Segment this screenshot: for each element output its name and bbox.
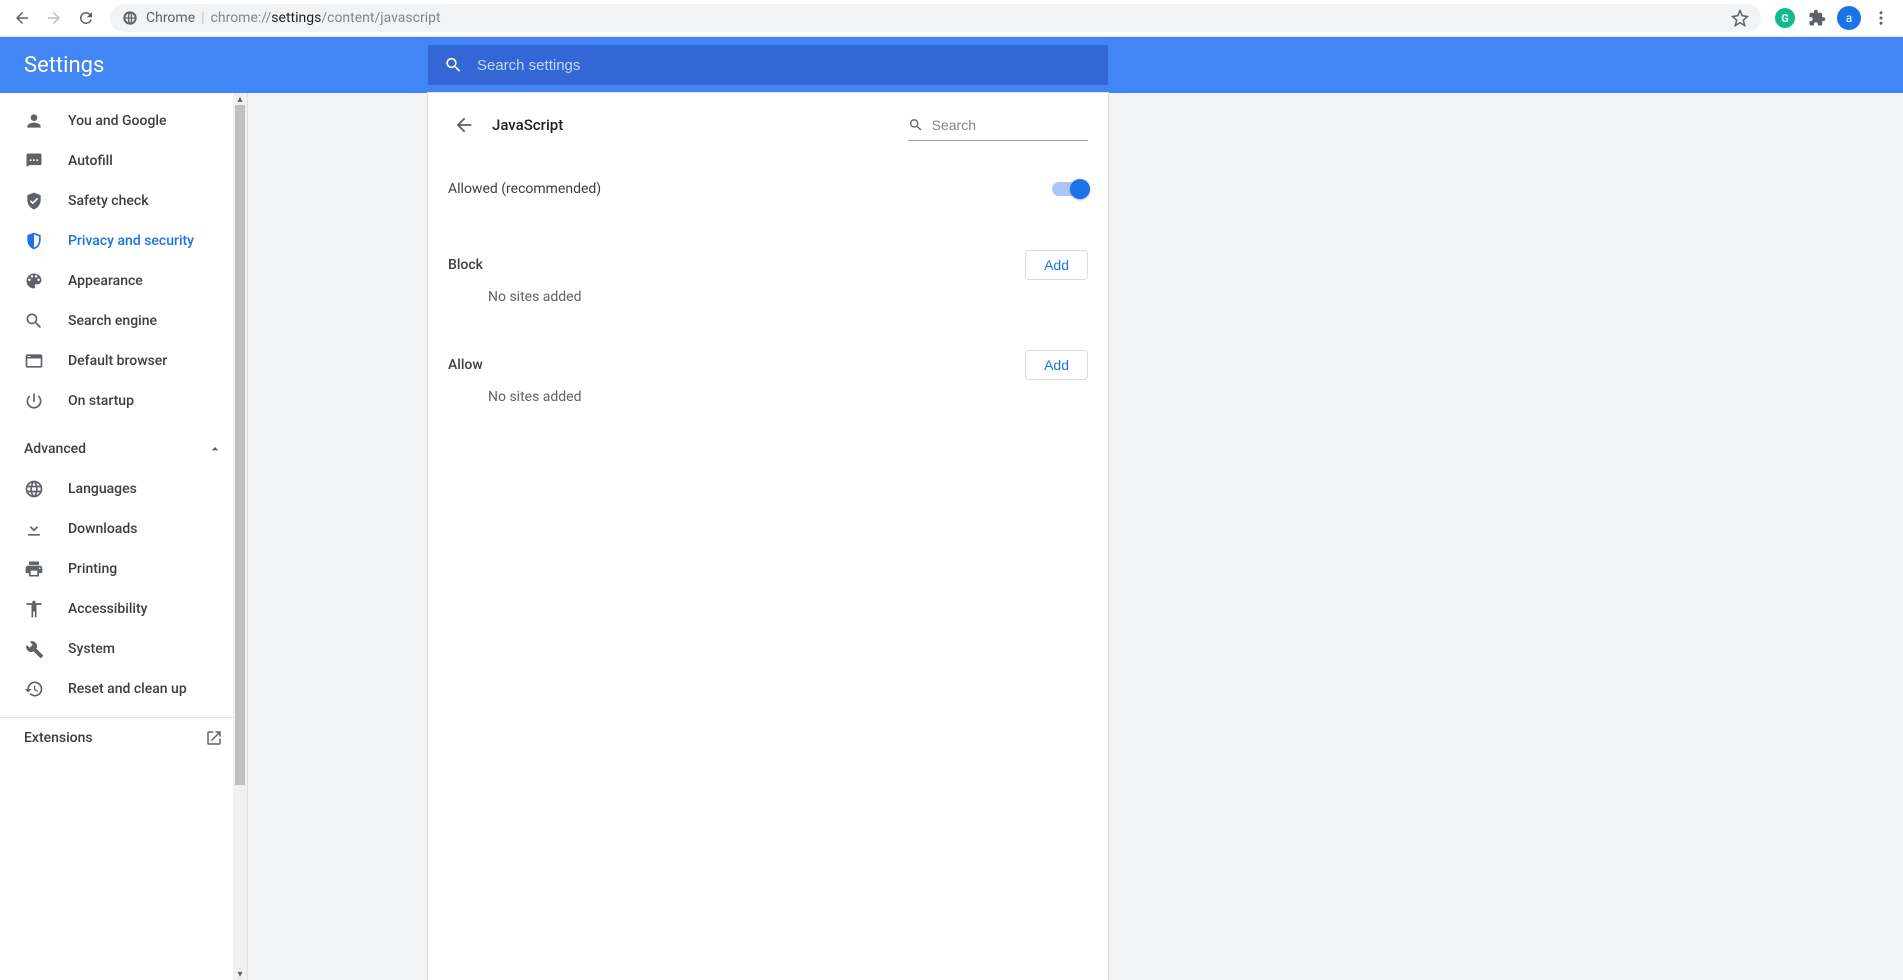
panel-search[interactable] bbox=[908, 109, 1088, 141]
sidebar-item-accessibility[interactable]: Accessibility bbox=[0, 589, 247, 629]
globe-icon bbox=[24, 479, 44, 499]
sidebar-item-label: Appearance bbox=[68, 273, 143, 289]
bookmark-button[interactable] bbox=[1731, 9, 1749, 27]
sidebar-item-label: Default browser bbox=[68, 353, 167, 369]
restore-icon bbox=[24, 679, 44, 699]
sidebar-item-extensions[interactable]: Extensions bbox=[0, 718, 247, 758]
sidebar-item-label: System bbox=[68, 641, 115, 657]
panel-title: JavaScript bbox=[492, 116, 563, 134]
url-scheme: chrome:// bbox=[211, 10, 272, 26]
block-label: Block bbox=[448, 257, 483, 273]
print-icon bbox=[24, 559, 44, 579]
sidebar: You and Google Autofill Safety check Pri… bbox=[0, 93, 248, 980]
sidebar-item-search-engine[interactable]: Search engine bbox=[0, 301, 247, 341]
person-icon bbox=[24, 111, 44, 131]
sidebar-item-label: On startup bbox=[68, 393, 134, 409]
url-path: /content/javascript bbox=[321, 10, 440, 26]
site-info-icon[interactable] bbox=[122, 10, 138, 26]
star-icon bbox=[1731, 9, 1749, 27]
allow-label: Allow bbox=[448, 357, 483, 373]
search-icon bbox=[444, 55, 463, 75]
header-search-input[interactable] bbox=[477, 57, 1092, 74]
scroll-up-icon[interactable]: ▴ bbox=[233, 93, 247, 105]
sidebar-item-label: Privacy and security bbox=[68, 233, 194, 249]
allow-section-header: Allow Add bbox=[428, 341, 1108, 389]
allowed-row: Allowed (recommended) bbox=[428, 157, 1108, 221]
reload-icon bbox=[77, 9, 95, 27]
header-search[interactable] bbox=[428, 45, 1108, 85]
sidebar-advanced-toggle[interactable]: Advanced bbox=[0, 429, 247, 469]
sidebar-item-privacy-and-security[interactable]: Privacy and security bbox=[0, 221, 247, 261]
sidebar-item-languages[interactable]: Languages bbox=[0, 469, 247, 509]
search-icon bbox=[24, 311, 44, 331]
dots-vertical-icon bbox=[1872, 9, 1890, 27]
sidebar-item-label: You and Google bbox=[68, 113, 166, 129]
sidebar-item-label: Downloads bbox=[68, 521, 137, 537]
search-icon bbox=[908, 116, 924, 134]
profile-avatar[interactable]: a bbox=[1837, 6, 1861, 30]
allowed-label: Allowed (recommended) bbox=[448, 181, 601, 197]
power-icon bbox=[24, 391, 44, 411]
sidebar-item-label: Reset and clean up bbox=[68, 681, 187, 697]
toggle-knob bbox=[1070, 179, 1090, 199]
sidebar-item-autofill[interactable]: Autofill bbox=[0, 141, 247, 181]
arrow-left-icon bbox=[13, 9, 31, 27]
extensions-button[interactable] bbox=[1803, 4, 1831, 32]
autofill-icon bbox=[24, 151, 44, 171]
settings-title: Settings bbox=[0, 53, 428, 78]
scroll-down-icon[interactable]: ▾ bbox=[233, 968, 247, 980]
sidebar-item-default-browser[interactable]: Default browser bbox=[0, 341, 247, 381]
sidebar-item-label: Accessibility bbox=[68, 601, 147, 617]
main-outer: JavaScript Allowed (recommended) Block A… bbox=[248, 93, 1903, 980]
panel-back-button[interactable] bbox=[448, 109, 480, 141]
reload-button[interactable] bbox=[70, 2, 102, 34]
block-empty-message: No sites added bbox=[428, 289, 1108, 329]
palette-icon bbox=[24, 271, 44, 291]
sidebar-item-printing[interactable]: Printing bbox=[0, 549, 247, 589]
sidebar-item-safety-check[interactable]: Safety check bbox=[0, 181, 247, 221]
download-icon bbox=[24, 519, 44, 539]
arrow-right-icon bbox=[45, 9, 63, 27]
allow-add-button[interactable]: Add bbox=[1025, 350, 1088, 380]
sidebar-item-on-startup[interactable]: On startup bbox=[0, 381, 247, 421]
forward-button[interactable] bbox=[38, 2, 70, 34]
accessibility-icon bbox=[24, 599, 44, 619]
chevron-up-icon bbox=[207, 441, 223, 457]
settings-header: Settings bbox=[0, 37, 1903, 93]
sidebar-item-reset-and-clean-up[interactable]: Reset and clean up bbox=[0, 669, 247, 709]
panel-header: JavaScript bbox=[428, 93, 1108, 157]
sidebar-item-label: Printing bbox=[68, 561, 117, 577]
sidebar-item-system[interactable]: System bbox=[0, 629, 247, 669]
sidebar-item-label: Autofill bbox=[68, 153, 113, 169]
wrench-icon bbox=[24, 639, 44, 659]
content-area: You and Google Autofill Safety check Pri… bbox=[0, 93, 1903, 980]
scrollbar-thumb[interactable] bbox=[235, 105, 245, 785]
sidebar-item-label: Search engine bbox=[68, 313, 157, 329]
sidebar-item-you-and-google[interactable]: You and Google bbox=[0, 101, 247, 141]
sidebar-item-downloads[interactable]: Downloads bbox=[0, 509, 247, 549]
block-add-button[interactable]: Add bbox=[1025, 250, 1088, 280]
extension-grammarly-icon[interactable]: G bbox=[1771, 4, 1799, 32]
allow-empty-message: No sites added bbox=[428, 389, 1108, 429]
puzzle-icon bbox=[1808, 9, 1826, 27]
browser-toolbar: Chrome | chrome://settings/content/javas… bbox=[0, 0, 1903, 37]
sidebar-item-label: Languages bbox=[68, 481, 137, 497]
arrow-left-icon bbox=[453, 114, 475, 136]
url-origin: Chrome bbox=[146, 10, 195, 26]
settings-panel: JavaScript Allowed (recommended) Block A… bbox=[428, 93, 1108, 980]
browser-icon bbox=[24, 351, 44, 371]
block-section-header: Block Add bbox=[428, 241, 1108, 289]
address-bar[interactable]: Chrome | chrome://settings/content/javas… bbox=[110, 4, 1761, 32]
sidebar-item-label: Safety check bbox=[68, 193, 149, 209]
chrome-menu-button[interactable] bbox=[1867, 4, 1895, 32]
shield-check-icon bbox=[24, 191, 44, 211]
allowed-toggle[interactable] bbox=[1052, 182, 1088, 196]
open-in-new-icon bbox=[205, 729, 223, 747]
shield-half-icon bbox=[24, 231, 44, 251]
sidebar-scrollbar[interactable]: ▴ ▾ bbox=[233, 93, 247, 980]
sidebar-item-appearance[interactable]: Appearance bbox=[0, 261, 247, 301]
panel-search-input[interactable] bbox=[932, 117, 1088, 133]
url-host: settings bbox=[271, 10, 321, 26]
back-button[interactable] bbox=[6, 2, 38, 34]
